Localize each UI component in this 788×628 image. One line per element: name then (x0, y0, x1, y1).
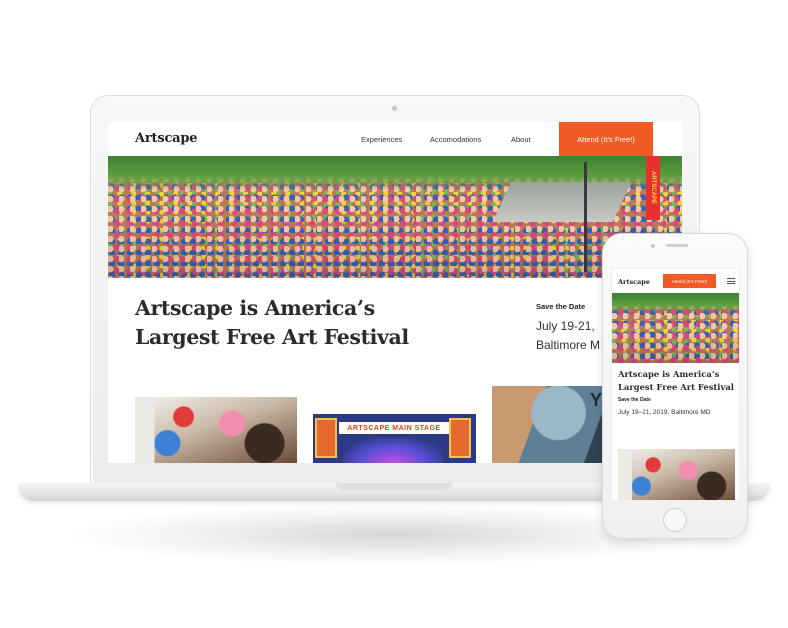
desktop-nav: Artscape Experiences Accomodations About… (108, 122, 682, 156)
hero-road (492, 182, 632, 222)
hero-headline-line1: Artscape is America’s (135, 296, 375, 320)
desktop-screen: Artscape Experiences Accomodations About… (108, 122, 682, 463)
site-logo[interactable]: Artscape (135, 131, 198, 146)
hero-image: ARTSCAPE (108, 156, 682, 278)
mobile-logo[interactable]: Artscape (618, 278, 650, 286)
hero-headline-line2: Largest Free Art Festival (135, 325, 409, 349)
save-the-date-label: Save the Date (536, 302, 586, 311)
laptop-camera (392, 106, 397, 111)
phone-home-button (663, 508, 687, 532)
mobile-headline: Artscape is America’s Largest Free Art F… (618, 369, 734, 392)
hero-banner: ARTSCAPE (646, 156, 660, 220)
mobile-thumbnail-art[interactable] (618, 449, 735, 500)
stage-speaker-left (315, 418, 337, 458)
nav-accomodations[interactable]: Accomodations (430, 135, 481, 144)
phone-speaker (666, 244, 688, 247)
attend-button[interactable]: Attend (It's Free!) (559, 122, 653, 156)
stage-sign: ARTSCAPE MAIN STAGE (339, 422, 449, 434)
event-date-line2: Baltimore M (536, 338, 601, 352)
mobile-event-date: July 19–21, 2019, Baltimore MD (618, 409, 711, 416)
stage-speaker-right (449, 418, 471, 458)
hero-lamppost (584, 162, 587, 272)
phone-camera (651, 244, 655, 248)
mobile-attend-button[interactable]: Attend (It's Free!) (663, 274, 716, 288)
event-date-line1: July 19-21, (536, 319, 595, 333)
mobile-hero-image (612, 293, 739, 363)
nav-experiences[interactable]: Experiences (361, 135, 402, 144)
hamburger-menu-icon[interactable] (727, 278, 735, 284)
mobile-screen: Artscape Attend (It's Free!) Artscape is… (611, 268, 740, 501)
event-date: July 19-21, Baltimore M (536, 317, 600, 355)
thumbnail-main-stage[interactable]: ARTSCAPE MAIN STAGE (313, 414, 476, 463)
thumbnail-art-painting[interactable] (135, 397, 297, 463)
stage-lights (343, 438, 443, 463)
nav-about[interactable]: About (511, 135, 531, 144)
laptop-notch (336, 483, 452, 490)
hero-headline: Artscape is America’s Largest Free Art F… (135, 294, 435, 352)
mobile-save-the-date-label: Save the Date (618, 397, 651, 403)
